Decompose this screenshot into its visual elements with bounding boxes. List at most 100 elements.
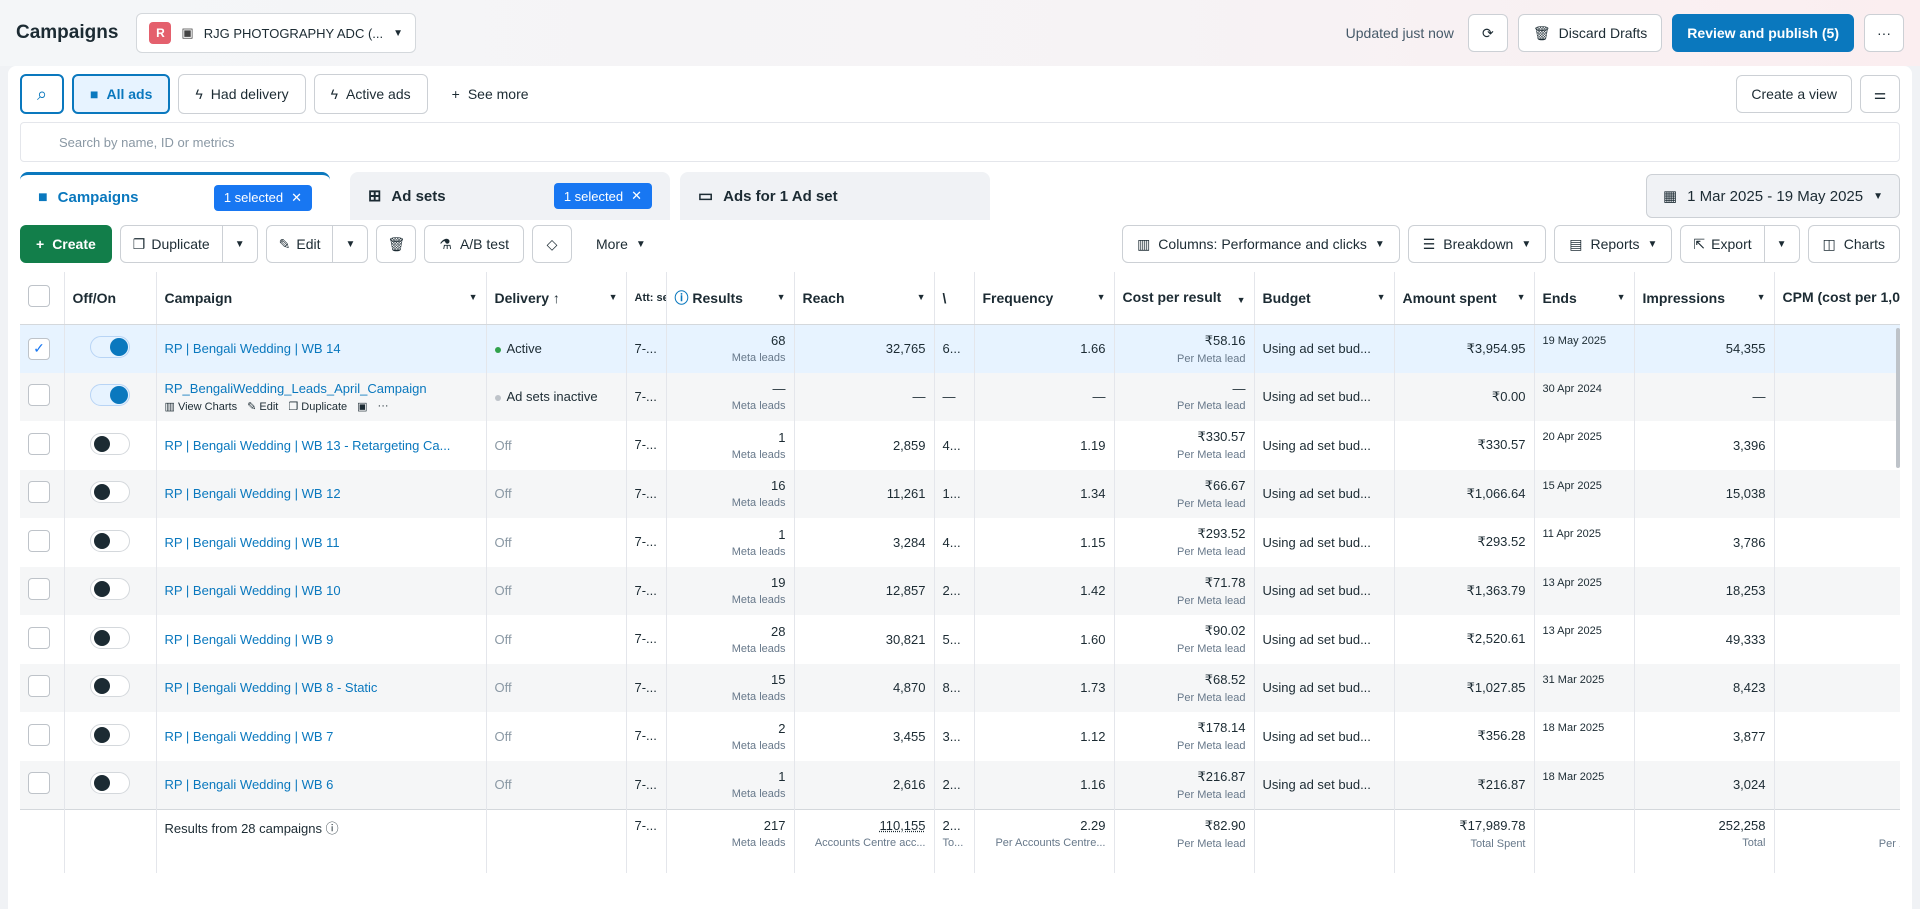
table-row[interactable]: RP | Bengali Wedding | WB 11 Off 7-... ♙… [20, 518, 1900, 567]
tab-ads[interactable]: ▭ Ads for 1 Ad set [680, 172, 990, 220]
table-row[interactable]: RP | Bengali Wedding | WB 9 Off 7-... ♙ … [20, 615, 1900, 664]
duplicate-action[interactable]: ❐ Duplicate [288, 400, 347, 413]
campaign-name-link[interactable]: RP_BengaliWedding_Leads_April_Campaign [165, 381, 427, 396]
tag-button[interactable]: ◇ [531, 225, 572, 263]
results-sub: Meta leads [731, 497, 786, 510]
col-budget[interactable]: Budget ▼ [1254, 272, 1395, 325]
info-icon[interactable]: ⓘ [326, 821, 339, 836]
campaigns-selected-chip[interactable]: 1 selected ✕ [213, 184, 312, 211]
more-options-button[interactable]: ··· [1864, 14, 1904, 52]
table-row[interactable]: RP | Bengali Wedding | WB 10 Off 7-... ♙… [20, 566, 1900, 615]
edit-dropdown[interactable]: ▼ [332, 226, 367, 262]
row-checkbox[interactable] [28, 772, 50, 794]
table-row[interactable]: RP | Bengali Wedding | WB 7 Off 7-... ♙ … [20, 712, 1900, 761]
chevron-down-icon: ▼ [1516, 292, 1526, 302]
search-button[interactable]: ⌕ [20, 74, 64, 114]
see-more-button[interactable]: + See more [436, 74, 545, 114]
vertical-scrollbar[interactable] [1896, 328, 1900, 468]
row-checkbox[interactable] [28, 723, 50, 746]
discard-drafts-button[interactable]: 🗑 Discard Drafts [1517, 14, 1663, 52]
campaign-name-link[interactable]: RP | Bengali Wedding | WB 6 [165, 777, 334, 792]
reports-button[interactable]: ▤ Reports ▼ [1554, 225, 1673, 263]
campaign-toggle[interactable] [90, 432, 130, 455]
account-picker[interactable]: R ▣ RJG PHOTOGRAPHY ADC (... ▼ [136, 13, 417, 53]
campaign-name-link[interactable]: RP | Bengali Wedding | WB 11 [165, 535, 340, 550]
campaign-name-link[interactable]: RP | Bengali Wedding | WB 10 [165, 583, 341, 598]
row-checkbox[interactable] [28, 481, 50, 504]
charts-button[interactable]: ◫ Charts [1807, 225, 1900, 263]
filter-had-delivery[interactable]: ϟ Had delivery [178, 74, 306, 114]
row-checkbox[interactable] [28, 626, 50, 649]
more-button[interactable]: More ▼ [580, 224, 662, 264]
campaign-name-link[interactable]: RP | Bengali Wedding | WB 13 - Retargeti… [165, 438, 451, 453]
table-row[interactable]: RP | Bengali Wedding | WB 13 - Retargeti… [20, 421, 1900, 470]
create-button[interactable]: + Create [20, 225, 112, 263]
view-charts-action[interactable]: ▥ View Charts [165, 400, 238, 413]
edit-button[interactable]: ✎ Edit [267, 226, 333, 262]
filter-all-ads[interactable]: ■ All ads [72, 74, 171, 114]
col-cost-per-result[interactable]: Cost per result ▼ [1114, 272, 1255, 325]
table-row[interactable]: RP_BengaliWedding_Leads_April_Campaign ▥… [20, 372, 1900, 421]
table-row[interactable]: RP | Bengali Wedding | WB 8 - Static Off… [20, 663, 1900, 712]
campaign-toggle[interactable] [90, 529, 130, 552]
tab-campaigns[interactable]: ■ Campaigns 1 selected ✕ [20, 172, 330, 220]
breakdown-button[interactable]: ☰ Breakdown ▼ [1407, 225, 1547, 263]
row-checkbox[interactable] [28, 384, 50, 407]
campaign-name-link[interactable]: RP | Bengali Wedding | WB 9 [165, 632, 334, 647]
export-button[interactable]: ⇱ Export [1681, 226, 1763, 262]
table-row[interactable]: RP | Bengali Wedding | WB 12 Off 7-... ♙… [20, 469, 1900, 518]
campaign-name-link[interactable]: RP | Bengali Wedding | WB 8 - Static [165, 680, 378, 695]
columns-button[interactable]: ▥ Columns: Performance and clicks ▼ [1122, 225, 1400, 263]
col-ends[interactable]: Ends ▼ [1534, 272, 1635, 325]
row-checkbox[interactable] [28, 529, 50, 552]
create-view-button[interactable]: Create a view [1736, 75, 1852, 113]
row-checkbox[interactable] [28, 578, 50, 601]
select-all-checkbox[interactable] [28, 285, 50, 308]
campaign-toggle[interactable] [90, 626, 130, 649]
col-campaign[interactable]: Campaign ▼ [156, 272, 487, 325]
review-publish-button[interactable]: Review and publish (5) [1672, 14, 1854, 52]
filter-settings-button[interactable]: ⚌ [1860, 75, 1900, 113]
campaign-name-link[interactable]: RP | Bengali Wedding | WB 12 [165, 486, 341, 501]
col-reach[interactable]: Reach ▼ [794, 272, 935, 325]
row-checkbox[interactable] [28, 432, 50, 455]
pin-action[interactable]: ▣ [357, 400, 367, 413]
campaign-toggle[interactable] [90, 772, 130, 794]
refresh-button[interactable]: ⟳ [1467, 14, 1508, 52]
ab-test-button[interactable]: ⚗ A/B test [424, 225, 524, 263]
col-impressions[interactable]: Impressions ▼ [1634, 272, 1775, 325]
col-results[interactable]: ⓘ Results ▼ [666, 272, 795, 325]
ad-sets-selected-chip[interactable]: 1 selected ✕ [553, 183, 652, 209]
campaign-toggle[interactable] [90, 384, 130, 407]
col-cpm[interactable]: CPM (cost per 1,000... [1774, 272, 1900, 325]
duplicate-button[interactable]: ❐ Duplicate [121, 226, 222, 262]
duplicate-dropdown[interactable]: ▼ [221, 226, 257, 262]
ends-cell: 31 Mar 2025 [1534, 663, 1635, 712]
col-amount-spent[interactable]: Amount spent ▼ [1394, 272, 1535, 325]
table-row[interactable]: RP | Bengali Wedding | WB 6 Off 7-... ♙ … [20, 760, 1900, 809]
campaign-toggle[interactable] [90, 675, 130, 698]
more-actions[interactable]: ··· [378, 400, 389, 413]
col-frequency[interactable]: Frequency ▼ [974, 272, 1115, 325]
campaign-toggle[interactable] [90, 578, 130, 601]
campaign-name-link[interactable]: RP | Bengali Wedding | WB 7 [165, 729, 334, 744]
export-dropdown[interactable]: ▼ [1763, 226, 1799, 262]
campaign-name-link[interactable]: RP | Bengali Wedding | WB 14 [165, 341, 341, 356]
table-row[interactable]: ✓ RP | Bengali Wedding | WB 14 Active 7-… [20, 324, 1900, 373]
close-icon[interactable]: ✕ [291, 190, 302, 206]
filter-active-ads[interactable]: ϟ Active ads [313, 74, 428, 114]
row-checkbox[interactable]: ✓ [28, 337, 50, 360]
delete-button[interactable]: 🗑 [376, 225, 417, 263]
campaign-toggle[interactable] [90, 481, 130, 504]
campaign-toggle[interactable] [90, 723, 130, 746]
col-attribution[interactable]: Att: sett [626, 272, 667, 325]
tab-ad-sets[interactable]: ⊞ Ad sets 1 selected ✕ [350, 172, 670, 220]
col-delivery[interactable]: Delivery ↑ ▼ [486, 272, 627, 325]
edit-action[interactable]: ✎ Edit [247, 400, 278, 413]
close-icon[interactable]: ✕ [631, 188, 642, 204]
row-checkbox[interactable] [28, 675, 50, 698]
col-v[interactable]: \ [934, 272, 975, 325]
campaign-toggle[interactable] [90, 336, 130, 358]
date-range-picker[interactable]: ▦ 1 Mar 2025 - 19 May 2025 ▼ [1645, 174, 1900, 218]
search-input[interactable]: Search by name, ID or metrics [20, 122, 1900, 162]
